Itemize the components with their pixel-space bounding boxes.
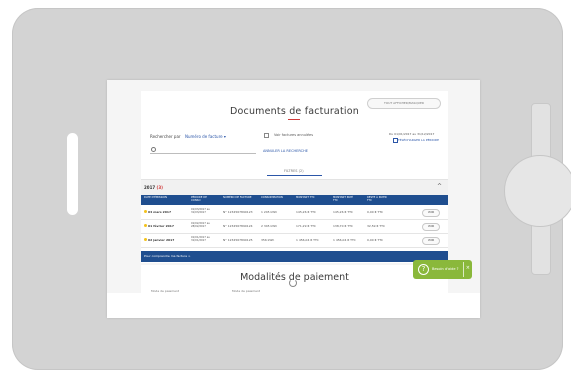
row-rest: 0,00 € TTC [367, 238, 384, 242]
billing-documents-panel: TOUT AFFICHER/MASQUER Documents de factu… [141, 91, 448, 263]
col-header-date: DATE D'ÉMISSION [144, 196, 167, 199]
search-input[interactable] [150, 147, 256, 154]
table-row: 04 mars 2017 01/03/2017 au 31/03/2017 N°… [141, 206, 448, 220]
col-header-period: PÉRIODE DE CONSO [191, 196, 207, 203]
status-dot-icon [144, 210, 147, 213]
row-rest: 32,59 € TTC [367, 224, 385, 228]
row-conso: 2 345 kWh [261, 224, 278, 228]
row-date-text: 01 février 2017 [148, 224, 174, 228]
date-range-text: Du 01/01/2017 au 31/12/2017 [389, 132, 435, 136]
row-amount: 171,29 € TTC [296, 224, 316, 228]
col-header-rest: RESTE À PAYER TTC [367, 196, 387, 203]
col-header-conso: CONSOMMATION [261, 196, 283, 199]
row-date: 02 janvier 2017 [144, 238, 174, 242]
title-underline [288, 119, 300, 120]
close-icon[interactable]: × [466, 265, 470, 271]
cancelled-invoices-checkbox[interactable] [264, 133, 269, 138]
col-header-paid: MONTANT PAYÉ TTC [333, 196, 353, 203]
row-paid: 1 456,04 € TTC [333, 238, 356, 242]
search-type-select[interactable]: Numéro de facture ▾ [185, 134, 226, 139]
row-date: 01 février 2017 [144, 224, 174, 228]
status-dot-icon [144, 238, 147, 241]
year-label: 2017 [144, 185, 156, 190]
row-paid: 145,26 € TTC [333, 210, 353, 214]
table-row: 02 janvier 2017 01/01/2017 au 31/01/2017… [141, 234, 448, 248]
row-conso: 1 245 kWh [261, 210, 278, 214]
row-conso: 356 kWh [261, 238, 275, 242]
loading-spinner-icon [289, 279, 297, 287]
question-mark-icon: ? [418, 264, 429, 275]
view-invoice-button[interactable]: VOIR [422, 209, 440, 217]
col-header-amount: MONTANT TTC [296, 196, 315, 199]
row-paid: 138,70 € TTC [333, 224, 353, 228]
tablet-screen: TOUT AFFICHER/MASQUER Documents de factu… [107, 80, 480, 318]
year-count-badge: (3) [156, 185, 163, 190]
help-label: Besoin d'aide ? [432, 267, 459, 271]
cancelled-invoices-label: Voir factures annulées [274, 133, 314, 137]
row-amount: 145,26 € TTC [296, 210, 316, 214]
tab-filters-underline [267, 175, 322, 176]
chevron-up-icon[interactable]: ^ [437, 183, 442, 190]
page-title: Documents de facturation [230, 106, 359, 117]
tablet-side-pill [67, 133, 78, 215]
view-invoice-button[interactable]: VOIR [422, 223, 440, 231]
understand-invoice-link[interactable]: Pour comprendre ma facture > [144, 254, 191, 258]
year-section-title: 2017 (3) [144, 185, 163, 190]
help-divider [463, 262, 464, 277]
tablet-home-button[interactable] [504, 155, 571, 227]
invoice-table-header: DATE D'ÉMISSION PÉRIODE DE CONSO NUMÉRO … [141, 195, 448, 205]
year-section-header[interactable]: 2017 (3) ^ [141, 179, 448, 196]
tab-filters[interactable]: FILTRES (2) [284, 169, 304, 173]
search-icon [151, 147, 156, 152]
invoice-help-bar[interactable]: Pour comprendre ma facture > [141, 251, 448, 262]
status-dot-icon [144, 224, 147, 227]
row-period: 01/03/2017 au 31/03/2017 [191, 208, 211, 215]
row-number: N° 1234567890124 [223, 224, 253, 228]
row-amount: 1 456,04 € TTC [296, 238, 319, 242]
view-invoice-button[interactable]: VOIR [422, 237, 440, 245]
row-date-text: 02 janvier 2017 [148, 238, 175, 242]
download-period-link[interactable]: TÉLÉCHARGER LA PÉRIODE [398, 138, 439, 142]
cancel-search-link[interactable]: ANNULER LA RECHERCHE [263, 149, 308, 153]
help-button[interactable]: ? Besoin d'aide ? × [413, 260, 472, 279]
row-number: N° 1234567890125 [223, 238, 253, 242]
row-period: 01/01/2017 au 31/01/2017 [191, 236, 211, 243]
row-date-text: 04 mars 2017 [148, 210, 172, 214]
col-header-number: NUMÉRO DE FACTURE [223, 196, 252, 199]
row-period: 01/02/2017 au 28/02/2017 [191, 222, 211, 229]
table-row: 01 février 2017 01/02/2017 au 28/02/2017… [141, 220, 448, 234]
row-rest: 0,00 € TTC [367, 210, 384, 214]
search-label: Rechercher par [150, 134, 181, 139]
screen-bottom-area [107, 293, 480, 318]
row-number: N° 1234567890123 [223, 210, 253, 214]
row-date: 04 mars 2017 [144, 210, 171, 214]
